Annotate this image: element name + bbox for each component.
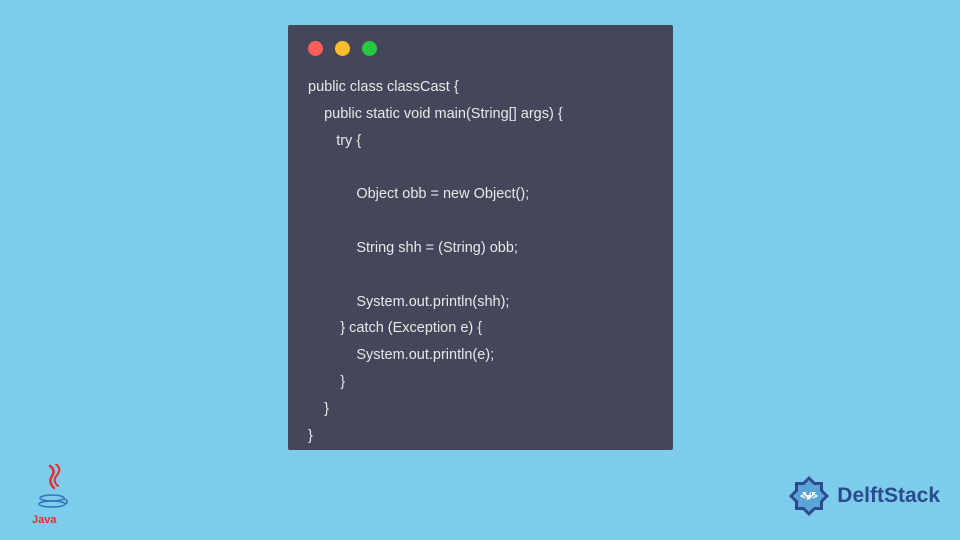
- window-controls: [288, 25, 673, 56]
- code-window: public class classCast { public static v…: [288, 25, 673, 450]
- delftstack-icon: </>: [785, 472, 833, 520]
- java-cup-icon: [38, 494, 70, 510]
- java-steam-icon: [42, 464, 66, 492]
- code-content: public class classCast { public static v…: [288, 56, 673, 467]
- java-logo: Java: [32, 464, 76, 524]
- delftstack-logo-text: DelftStack: [837, 484, 940, 508]
- maximize-icon: [362, 41, 377, 56]
- minimize-icon: [335, 41, 350, 56]
- java-logo-text: Java: [32, 514, 56, 526]
- close-icon: [308, 41, 323, 56]
- delftstack-logo: </> DelftStack: [785, 472, 940, 520]
- svg-text:</>: </>: [800, 491, 818, 502]
